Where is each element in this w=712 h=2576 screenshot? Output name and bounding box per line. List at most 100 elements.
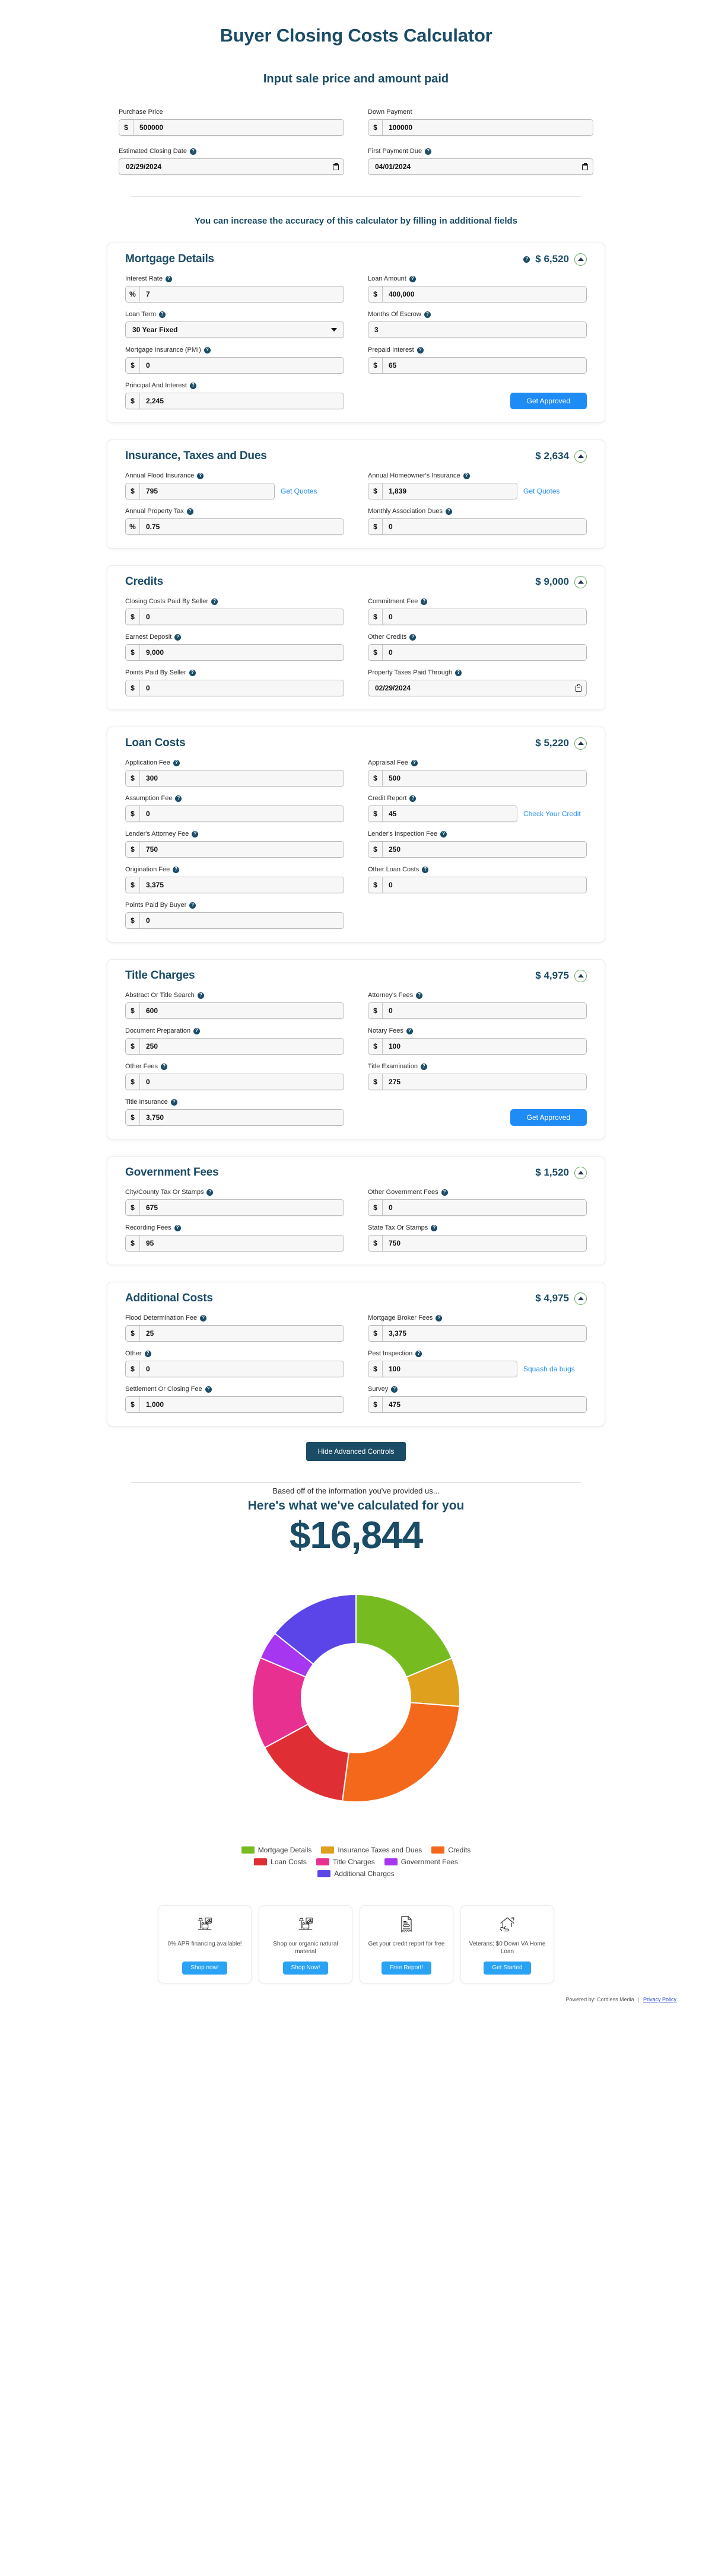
field-value[interactable]: 65	[383, 358, 586, 373]
amount-input[interactable]: $0	[368, 1002, 587, 1019]
amount-input[interactable]: $0	[368, 644, 587, 661]
field-value[interactable]: 3,375	[383, 1326, 586, 1341]
help-icon[interactable]: ?	[455, 670, 462, 676]
amount-input[interactable]: $65	[368, 357, 587, 374]
calendar-icon[interactable]	[576, 684, 581, 692]
amount-input[interactable]: $400,000	[368, 286, 587, 303]
hide-advanced-controls-button[interactable]: Hide Advanced Controls	[306, 1442, 406, 1461]
legend-item[interactable]: Credits	[431, 1846, 471, 1854]
text-input[interactable]: 3	[368, 321, 587, 338]
help-icon[interactable]: ?	[416, 992, 422, 999]
help-icon[interactable]: ?	[406, 1028, 413, 1034]
amount-input[interactable]: $100	[368, 1038, 587, 1055]
amount-input[interactable]: $2,245	[125, 393, 344, 409]
field-value[interactable]: 3,375	[140, 877, 344, 893]
privacy-policy-link[interactable]: Privacy Policy	[643, 1997, 676, 2002]
date-value[interactable]: 02/29/2024	[375, 684, 411, 692]
help-icon[interactable]: ?	[204, 347, 211, 354]
amount-input[interactable]: $100	[368, 1361, 517, 1377]
collapse-toggle-button[interactable]	[574, 253, 587, 266]
field-value[interactable]: 9,000	[140, 645, 344, 660]
field-value[interactable]: 0.75	[140, 519, 344, 534]
collapse-toggle-button[interactable]	[574, 1292, 587, 1305]
field-value[interactable]: 0	[383, 877, 586, 893]
amount-input[interactable]: %0.75	[125, 518, 344, 535]
amount-input[interactable]: $3,375	[125, 877, 344, 893]
field-value[interactable]: 795	[140, 483, 274, 499]
collapse-toggle-button[interactable]	[574, 737, 587, 750]
amount-input[interactable]: $0	[368, 877, 587, 893]
help-icon[interactable]: ?	[205, 1386, 212, 1393]
help-icon[interactable]: ?	[424, 311, 431, 318]
collapse-toggle-button[interactable]	[574, 576, 587, 588]
down-payment-input[interactable]: $ 100000	[368, 119, 593, 136]
legend-item[interactable]: Insurance Taxes and Dues	[321, 1846, 422, 1854]
help-icon[interactable]: ?	[197, 473, 204, 479]
amount-input[interactable]: $0	[125, 1074, 344, 1090]
collapse-toggle-button[interactable]	[574, 970, 587, 982]
amount-input[interactable]: $795	[125, 483, 275, 499]
help-icon[interactable]: ?	[171, 1099, 177, 1106]
field-value[interactable]: 100	[383, 1039, 586, 1054]
amount-input[interactable]: $9,000	[125, 644, 344, 661]
help-icon[interactable]: ?	[417, 347, 424, 354]
amount-input[interactable]: $1,839	[368, 483, 517, 499]
promo-cta-button[interactable]: Get Started	[484, 1962, 530, 1975]
field-value[interactable]: 0	[140, 680, 344, 696]
loan-term-select[interactable]: 30 Year Fixed	[125, 321, 344, 338]
field-value[interactable]: 275	[383, 1074, 586, 1090]
help-icon[interactable]: ?	[193, 1028, 200, 1034]
date-input[interactable]: 02/29/2024	[368, 680, 587, 696]
down-payment-value[interactable]: 100000	[383, 120, 593, 135]
field-value[interactable]: 250	[383, 842, 586, 857]
field-value[interactable]: 750	[140, 842, 344, 857]
field-value[interactable]: 675	[140, 1200, 344, 1215]
calendar-icon[interactable]	[333, 163, 339, 170]
amount-input[interactable]: $0	[368, 1199, 587, 1216]
help-icon[interactable]: ?	[436, 1315, 442, 1322]
get-approved-button[interactable]: Get Approved	[510, 393, 587, 409]
field-value[interactable]: 475	[383, 1397, 586, 1412]
first-payment-due-value[interactable]: 04/01/2024	[375, 163, 411, 171]
legend-item[interactable]: Loan Costs	[254, 1858, 307, 1866]
amount-input[interactable]: $750	[125, 841, 344, 858]
field-value[interactable]: 0	[383, 519, 586, 534]
amount-input[interactable]: $600	[125, 1002, 344, 1019]
help-icon[interactable]: ?	[421, 598, 427, 605]
amount-input[interactable]: $45	[368, 805, 517, 822]
help-icon[interactable]: ?	[174, 634, 181, 641]
field-value[interactable]: 3,750	[140, 1110, 344, 1125]
help-icon[interactable]: ?	[166, 276, 172, 282]
help-icon[interactable]: ?	[190, 383, 196, 389]
help-icon[interactable]: ?	[159, 311, 166, 318]
amount-input[interactable]: $500	[368, 770, 587, 787]
field-value[interactable]: 7	[140, 286, 344, 302]
help-icon[interactable]: ?	[391, 1386, 398, 1393]
help-icon[interactable]: ?	[523, 256, 530, 263]
help-icon[interactable]: ?	[422, 867, 428, 873]
amount-input[interactable]: $0	[125, 609, 344, 625]
side-link[interactable]: Get Quotes	[281, 487, 317, 495]
field-value[interactable]: 1,000	[140, 1397, 344, 1412]
side-link[interactable]: Check Your Credit	[523, 810, 581, 818]
amount-input[interactable]: $675	[125, 1199, 344, 1216]
amount-input[interactable]: $475	[368, 1396, 587, 1413]
amount-input[interactable]: $0	[125, 680, 344, 696]
help-icon[interactable]: ?	[409, 634, 416, 641]
help-icon[interactable]: ?	[189, 902, 196, 909]
calendar-icon[interactable]	[582, 163, 588, 170]
legend-item[interactable]: Government Fees	[384, 1858, 458, 1866]
promo-cta-button[interactable]: Shop Now!	[283, 1962, 329, 1975]
field-value[interactable]: 0	[140, 358, 344, 373]
field-value[interactable]: 500	[383, 770, 586, 786]
amount-input[interactable]: $750	[368, 1235, 587, 1252]
help-icon[interactable]: ?	[190, 148, 196, 155]
amount-input[interactable]: $1,000	[125, 1396, 344, 1413]
amount-input[interactable]: $0	[125, 1361, 344, 1377]
amount-input[interactable]: $300	[125, 770, 344, 787]
help-icon[interactable]: ?	[409, 795, 416, 802]
field-value[interactable]: 45	[383, 806, 517, 821]
side-link[interactable]: Squash da bugs	[523, 1365, 575, 1373]
field-value[interactable]: 300	[140, 770, 344, 786]
field-value[interactable]: 100	[383, 1361, 517, 1377]
